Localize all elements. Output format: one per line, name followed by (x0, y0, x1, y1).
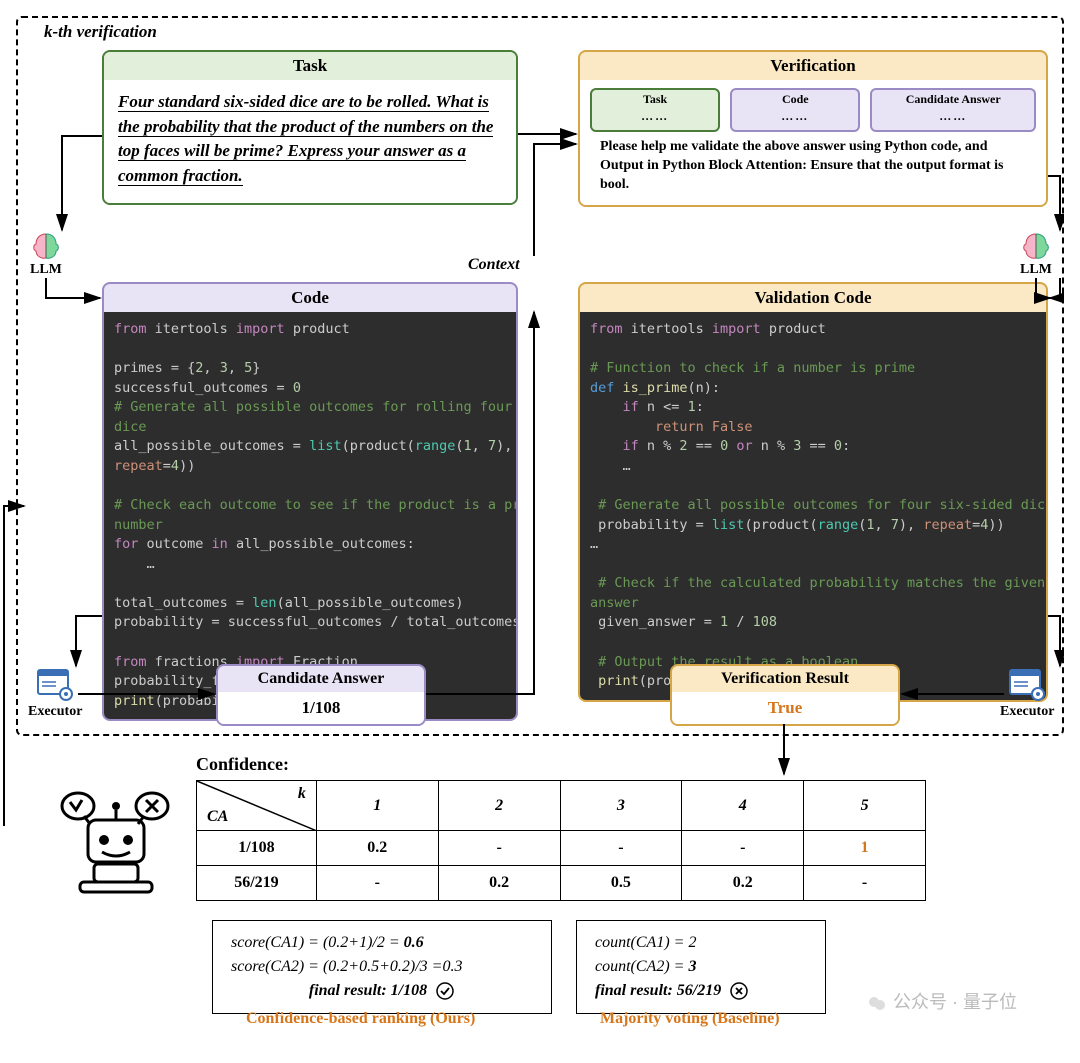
code-panel: Code from itertools import product prime… (102, 282, 518, 721)
brain-icon-left (30, 232, 62, 260)
validation-code-header: Validation Code (580, 284, 1046, 312)
score-ours-box: score(CA1) = (0.2+1)/2 = 0.6 score(CA2) … (212, 920, 552, 1014)
task-panel: Task Four standard six-sided dice are to… (102, 50, 518, 205)
score-baseline-label: Majority voting (Baseline) (600, 1010, 780, 1028)
ca-value: 1/108 (218, 692, 424, 724)
brain-icon-right (1020, 232, 1052, 260)
vr-value: True (672, 692, 898, 724)
verification-result-box: Verification Result True (670, 664, 900, 726)
validation-code-panel: Validation Code from itertools import pr… (578, 282, 1048, 702)
executor-icon-left (36, 668, 74, 702)
mini-task: Task …… (590, 88, 720, 132)
robot-icon (56, 786, 176, 906)
mini-code: Code …… (730, 88, 860, 132)
mini-ca: Candidate Answer …… (870, 88, 1036, 132)
executor-label-left: Executor (28, 704, 82, 720)
code-header: Code (104, 284, 516, 312)
watermark: 公众号 · 量子位 (866, 988, 1017, 1014)
llm-label-left: LLM (30, 262, 62, 278)
score-ours-label: Confidence-based ranking (Ours) (246, 1010, 475, 1028)
task-header: Task (104, 52, 516, 80)
candidate-answer-box: Candidate Answer 1/108 (216, 664, 426, 726)
loop-arrow (0, 496, 30, 836)
ca-header: Candidate Answer (218, 666, 424, 692)
verification-panel: Verification Task …… Code …… Candidate A… (578, 50, 1048, 207)
verification-instruction: Please help me validate the above answer… (590, 132, 1036, 199)
code-body: from itertools import product primes = {… (104, 312, 516, 719)
verification-header: Verification (580, 52, 1046, 80)
check-icon (435, 981, 455, 1001)
validation-code-body: from itertools import product # Function… (580, 312, 1046, 700)
kth-label: k-th verification (44, 22, 157, 42)
confidence-table: k CA 123451/1080.2---156/219-0.20.50.2- (196, 780, 926, 901)
llm-label-right: LLM (1020, 262, 1052, 278)
vr-header: Verification Result (672, 666, 898, 692)
executor-icon-right (1008, 668, 1046, 702)
cross-icon (729, 981, 749, 1001)
score-baseline-box: count(CA1) = 2 count(CA2) = 3 final resu… (576, 920, 826, 1014)
confidence-label: Confidence: (196, 754, 289, 775)
executor-label-right: Executor (1000, 704, 1054, 720)
task-text: Four standard six-sided dice are to be r… (118, 92, 493, 186)
context-label: Context (468, 256, 520, 274)
